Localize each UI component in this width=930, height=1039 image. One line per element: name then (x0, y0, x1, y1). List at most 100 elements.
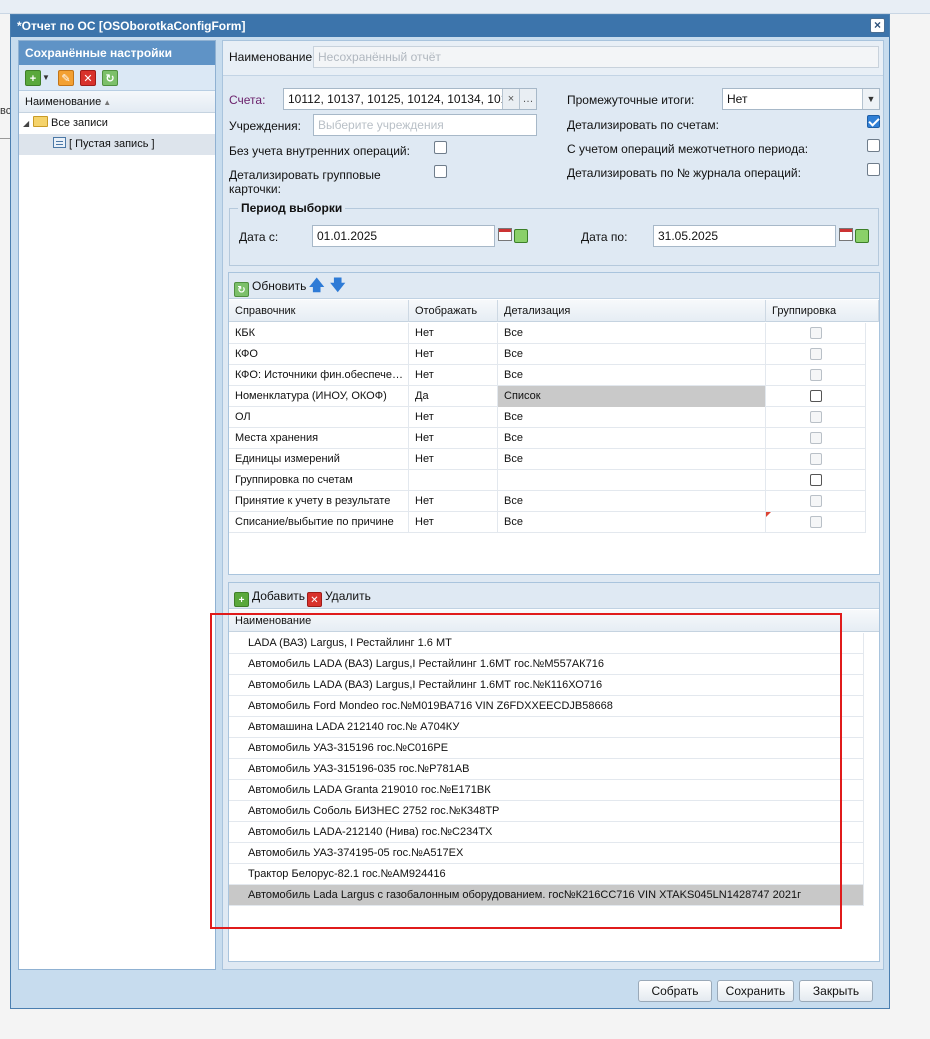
grouping-cell[interactable] (766, 344, 866, 365)
tree-expand-icon[interactable]: ◢ (23, 113, 33, 134)
clear-icon[interactable]: × (502, 89, 519, 109)
reference-name-cell[interactable]: Единицы измерений (229, 449, 409, 470)
column-header-show[interactable]: Отображать (409, 300, 498, 322)
move-down-icon[interactable]: 🡇 (330, 277, 345, 295)
refresh-button[interactable]: ↻ Обновить (234, 277, 306, 297)
show-cell[interactable]: Нет (409, 365, 498, 386)
show-cell[interactable]: Нет (409, 344, 498, 365)
accounts-field[interactable]: 10112, 10137, 10125, 10124, 10134, 101 ×… (283, 88, 537, 110)
no-internal-ops-checkbox[interactable] (434, 141, 447, 154)
reference-row[interactable]: Группировка по счетам (229, 470, 866, 491)
grouping-cell[interactable] (766, 428, 866, 449)
reference-row[interactable]: Места хранения Нет Все (229, 428, 866, 449)
item-row[interactable]: Автомобиль УАЗ-374195-05 гос.№А517ЕХ (229, 843, 864, 864)
tree-node-all-records[interactable]: ◢ Все записи (19, 113, 215, 134)
item-row[interactable]: Автомашина LADA 212140 гос.№ А704КУ (229, 717, 864, 738)
reference-name-cell[interactable]: Группировка по счетам (229, 470, 409, 491)
reference-row[interactable]: КФО Нет Все (229, 344, 866, 365)
grouping-checkbox[interactable] (810, 453, 822, 465)
grouping-cell[interactable] (766, 323, 866, 344)
collect-button[interactable]: Собрать (638, 980, 712, 1002)
item-row[interactable]: LADA (ВАЗ) Largus, I Рестайлинг 1.6 MT (229, 633, 864, 654)
reference-name-cell[interactable]: Списание/выбытие по причине (229, 512, 409, 533)
grouping-cell[interactable] (766, 407, 866, 428)
grouping-checkbox[interactable] (810, 432, 822, 444)
reference-name-cell[interactable]: КФО (229, 344, 409, 365)
column-header-grouping[interactable]: Группировка (766, 300, 879, 322)
detail-cell[interactable]: Список (498, 386, 766, 407)
reference-row[interactable]: Единицы измерений Нет Все (229, 449, 866, 470)
reference-row[interactable]: Списание/выбытие по причине Нет Все (229, 512, 866, 533)
delete-button[interactable]: ✕ Удалить (307, 587, 371, 607)
calendar-icon[interactable] (839, 226, 873, 246)
reference-row[interactable]: Принятие к учету в результате Нет Все (229, 491, 866, 512)
grouping-cell[interactable] (766, 491, 866, 512)
item-row[interactable]: Автомобиль LADA Granta 219010 гос.№Е171В… (229, 780, 864, 801)
refresh-icon[interactable]: ↻ (102, 70, 118, 86)
date-to-field[interactable]: 31.05.2025 (653, 225, 836, 247)
detail-cell[interactable]: Все (498, 512, 766, 533)
detail-by-journal-checkbox[interactable] (867, 163, 880, 176)
detail-by-accounts-checkbox[interactable] (867, 115, 880, 128)
name-field[interactable]: Несохранённый отчёт (313, 46, 879, 68)
chevron-down-icon[interactable]: ▼ (42, 70, 50, 86)
show-cell[interactable]: Нет (409, 323, 498, 344)
grouping-checkbox[interactable] (810, 348, 822, 360)
intermediate-totals-select[interactable]: Нет ▼ (722, 88, 880, 110)
detail-cell[interactable] (498, 470, 766, 491)
item-row[interactable]: Автомобиль УАЗ-315196 гос.№С016РЕ (229, 738, 864, 759)
grouping-cell[interactable] (766, 365, 866, 386)
column-header-detail[interactable]: Детализация (498, 300, 766, 322)
grouping-checkbox[interactable] (810, 411, 822, 423)
item-row[interactable]: Автомобиль УАЗ-315196-035 гос.№Р781АВ (229, 759, 864, 780)
grouping-checkbox[interactable] (810, 369, 822, 381)
grouping-cell[interactable] (766, 470, 866, 491)
column-header-name[interactable]: Наименование (229, 610, 879, 632)
item-row[interactable]: Автомобиль Lada Largus с газобалонным об… (229, 885, 864, 906)
show-cell[interactable]: Нет (409, 449, 498, 470)
show-cell[interactable]: Нет (409, 512, 498, 533)
date-from-field[interactable]: 01.01.2025 (312, 225, 495, 247)
detail-cell[interactable]: Все (498, 491, 766, 512)
ellipsis-icon[interactable]: … (519, 89, 536, 109)
show-cell[interactable]: Нет (409, 428, 498, 449)
show-cell[interactable]: Нет (409, 407, 498, 428)
grouping-checkbox[interactable] (810, 390, 822, 402)
grouping-checkbox[interactable] (810, 327, 822, 339)
item-row[interactable]: Автомобиль LADA-212140 (Нива) гос.№С234Т… (229, 822, 864, 843)
delete-icon[interactable]: ✕ (80, 70, 96, 86)
reference-name-cell[interactable]: КФО: Источники фин.обеспечения (229, 365, 409, 386)
show-cell[interactable] (409, 470, 498, 491)
detail-cell[interactable]: Все (498, 449, 766, 470)
detail-cell[interactable]: Все (498, 365, 766, 386)
save-button[interactable]: Сохранить (717, 980, 794, 1002)
move-up-icon[interactable]: 🡅 (309, 277, 324, 295)
item-row[interactable]: Автомобиль Ford Mondeo гос.№М019ВА716 VI… (229, 696, 864, 717)
detail-cell[interactable]: Все (498, 407, 766, 428)
grouping-cell[interactable] (766, 386, 866, 407)
item-row[interactable]: Автомобиль LADA (ВАЗ) Largus,I Рестайлин… (229, 675, 864, 696)
reference-row[interactable]: КФО: Источники фин.обеспечения Нет Все (229, 365, 866, 386)
institutions-field[interactable]: Выберите учреждения (313, 114, 537, 136)
grouping-checkbox[interactable] (810, 495, 822, 507)
detail-cell[interactable]: Все (498, 344, 766, 365)
grouping-cell[interactable] (766, 512, 866, 533)
saved-settings-column-header[interactable]: Наименование ▲ (19, 91, 215, 113)
close-button[interactable]: Закрыть (799, 980, 873, 1002)
interperiod-ops-checkbox[interactable] (867, 139, 880, 152)
reference-row[interactable]: ОЛ Нет Все (229, 407, 866, 428)
detail-cell[interactable]: Все (498, 323, 766, 344)
grouping-checkbox[interactable] (810, 474, 822, 486)
reference-name-cell[interactable]: Принятие к учету в результате (229, 491, 409, 512)
add-icon[interactable]: + (25, 70, 41, 86)
close-icon[interactable]: × (870, 18, 885, 33)
reference-row[interactable]: Номенклатура (ИНОУ, ОКОФ) Да Список (229, 386, 866, 407)
add-button[interactable]: + Добавить (234, 587, 305, 607)
detail-group-card-checkbox[interactable] (434, 165, 447, 178)
column-header-reference[interactable]: Справочник (229, 300, 409, 322)
detail-cell[interactable]: Все (498, 428, 766, 449)
item-row[interactable]: Автомобиль LADA (ВАЗ) Largus,I Рестайлин… (229, 654, 864, 675)
chevron-down-icon[interactable]: ▼ (862, 89, 879, 109)
grouping-cell[interactable] (766, 449, 866, 470)
reference-name-cell[interactable]: Места хранения (229, 428, 409, 449)
